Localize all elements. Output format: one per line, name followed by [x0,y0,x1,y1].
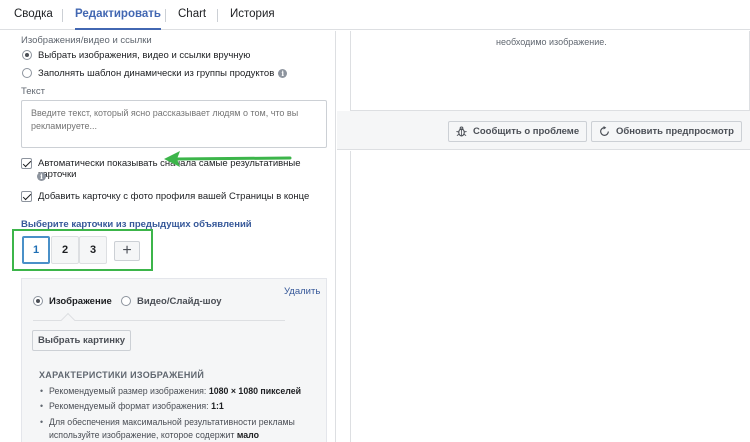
report-problem-label: Сообщить о проблеме [473,126,580,137]
text-label: Текст [21,86,45,97]
media-option-dynamic[interactable]: Заполнять шаблон динамически из группы п… [22,66,288,80]
delete-card-link[interactable]: Удалить [284,286,320,297]
checkbox-checked[interactable] [21,158,32,169]
checkbox-checked[interactable] [21,191,32,202]
info-icon[interactable]: i [37,172,46,181]
spec-item: Рекомендуемый формат изображения: 1:1 [40,400,319,413]
media-type-image[interactable]: Изображение [33,294,112,308]
tab-separator [62,9,63,22]
media-option-label: Выбрать изображения, видео и ссылки вруч… [38,49,251,61]
media-option-label: Заполнять шаблон динамически из группы п… [38,67,275,79]
tab-separator [165,9,166,22]
add-profile-card-option[interactable]: Добавить карточку с фото профиля вашей С… [21,191,309,202]
arrow-annotation-icon [164,151,292,167]
spec-text: Рекомендуемый размер изображения: [49,386,209,396]
ad-preview: необходимо изображение. [350,31,750,111]
ad-text-input[interactable] [21,100,327,148]
bug-icon [456,126,467,137]
radio-unselected[interactable] [22,68,32,78]
preview-body [350,151,750,442]
media-section-title: Изображения/видео и ссылки [21,35,152,46]
spec-item: Рекомендуемый размер изображения: 1080 ×… [40,385,319,398]
tab-chart[interactable]: Chart [178,0,206,30]
tab-history[interactable]: История [230,0,275,30]
media-type-label: Видео/Слайд-шоу [137,295,222,307]
radio-selected[interactable] [33,296,43,306]
spec-value: мало [236,429,260,440]
card-tab-3[interactable]: 3 [79,236,107,264]
card-tab-1[interactable]: 1 [22,236,50,264]
refresh-icon [600,126,609,136]
report-problem-button[interactable]: Сообщить о проблеме [448,121,588,142]
preview-message: необходимо изображение. [496,37,607,47]
radio-unselected[interactable] [121,296,131,306]
checkbox-label: Добавить карточку с фото профиля вашей С… [38,191,310,202]
spec-value: 1080 × 1080 пикселей [208,386,302,396]
tab-edit[interactable]: Редактировать [75,0,161,30]
tab-separator [217,9,218,22]
media-type-label: Изображение [49,295,112,307]
spec-value: 1:1 [211,401,224,411]
refresh-preview-button[interactable]: Обновить предпросмотр [591,121,742,142]
media-option-manual[interactable]: Выбрать изображения, видео и ссылки вруч… [22,48,250,62]
refresh-preview-label: Обновить предпросмотр [616,126,734,137]
tab-summary[interactable]: Сводка [14,0,53,30]
choose-image-button[interactable]: Выбрать картинку [32,330,131,351]
media-type-video[interactable]: Видео/Слайд-шоу [121,294,222,308]
radio-selected[interactable] [22,50,32,60]
info-icon[interactable]: i [278,68,288,78]
image-specs-title: ХАРАКТЕРИСТИКИ ИЗОБРАЖЕНИЙ [39,370,205,380]
spec-item: Для обеспечения максимальной результатив… [40,416,319,441]
preview-toolbar: Сообщить о проблеме Обновить предпросмот… [337,111,750,150]
spec-text: Рекомендуемый формат изображения: [49,401,212,411]
preview-panel: необходимо изображение. Сообщить о пробл… [337,31,750,442]
card-tab-2[interactable]: 2 [51,236,79,264]
add-card-button[interactable]: + [114,241,140,261]
tab-bar: Сводка Редактировать Chart История [0,0,750,30]
edit-panel: Изображения/видео и ссылки Выбрать изобр… [0,31,336,442]
